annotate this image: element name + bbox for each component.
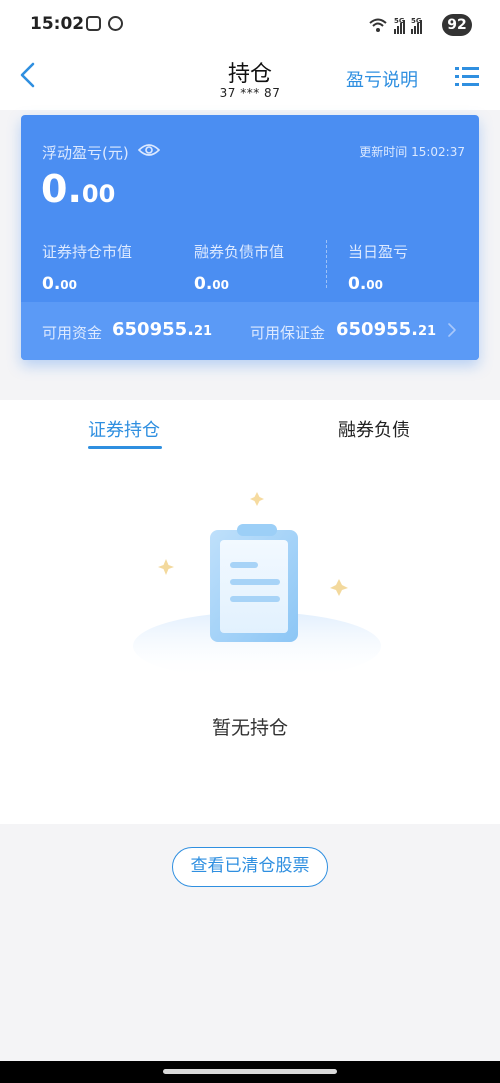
pl-explanation-link[interactable]: 盈亏说明 bbox=[346, 66, 418, 92]
list-menu-icon[interactable] bbox=[454, 64, 480, 88]
battery-indicator: 92 bbox=[442, 14, 472, 36]
home-indicator[interactable] bbox=[163, 1069, 337, 1074]
signal-5g-2-icon: 5G bbox=[411, 17, 422, 34]
available-funds-main: 650955. bbox=[112, 319, 194, 340]
eye-icon[interactable] bbox=[137, 141, 161, 159]
metric-divider bbox=[326, 240, 327, 288]
floating-pl-main: 0. bbox=[41, 167, 82, 211]
funds-row[interactable]: 可用资金 650955.21 可用保证金 650955.21 bbox=[21, 302, 479, 360]
metric-value: 0.00 bbox=[348, 274, 408, 294]
empty-clipboard-illustration bbox=[130, 488, 384, 680]
page-title: 持仓 bbox=[227, 62, 272, 87]
network-label-2: 5G bbox=[411, 17, 422, 25]
metric-value-main: 0. bbox=[42, 274, 61, 294]
screenshot-icon bbox=[86, 16, 101, 31]
available-funds-decimal: 21 bbox=[193, 324, 213, 339]
tab-securities-holdings[interactable]: 证券持仓 bbox=[88, 416, 160, 442]
metric-label: 融券负债市值 bbox=[194, 243, 285, 261]
pl-summary-card: 浮动盈亏(元) 更新时间 15:02:37 0.00 证券持仓市值 0.00 融… bbox=[21, 115, 479, 360]
metric-securities-value: 证券持仓市值 0.00 bbox=[42, 241, 132, 294]
metric-value-main: 0. bbox=[194, 274, 213, 294]
sync-icon bbox=[108, 16, 123, 31]
floating-pl-value: 0.00 bbox=[41, 167, 115, 211]
floating-pl-label: 浮动盈亏(元) bbox=[42, 144, 129, 162]
available-funds-label: 可用资金 bbox=[42, 324, 103, 342]
metric-value-decimal: 00 bbox=[212, 278, 229, 292]
status-time: 15:02 bbox=[30, 14, 85, 34]
metric-value-decimal: 00 bbox=[366, 278, 383, 292]
tab-short-liabilities[interactable]: 融券负债 bbox=[338, 416, 410, 442]
active-tab-indicator bbox=[88, 446, 162, 449]
metric-value: 0.00 bbox=[42, 274, 132, 294]
empty-state-text: 暂无持仓 bbox=[211, 717, 288, 739]
view-cleared-stocks-button[interactable]: 查看已清仓股票 bbox=[172, 847, 328, 887]
available-margin-decimal: 21 bbox=[417, 324, 437, 339]
signal-5g-1-icon: 5G bbox=[394, 17, 405, 34]
chevron-right-icon[interactable] bbox=[447, 322, 457, 338]
metric-label: 证券持仓市值 bbox=[42, 243, 133, 261]
available-funds-value: 650955.21 bbox=[112, 319, 212, 340]
metric-daily-pl: 当日盈亏 0.00 bbox=[348, 241, 408, 294]
metric-value: 0.00 bbox=[194, 274, 284, 294]
available-margin-label: 可用保证金 bbox=[250, 324, 326, 342]
floating-pl-decimal: 00 bbox=[81, 180, 116, 208]
metric-label: 当日盈亏 bbox=[348, 243, 409, 261]
wifi-icon bbox=[368, 16, 388, 34]
system-nav-bar bbox=[0, 1061, 500, 1083]
app-header: 持仓 37 *** 87 盈亏说明 bbox=[0, 50, 500, 110]
holdings-page: 15:02 5G 5G 92 持仓 37 *** 87 盈亏说明 浮动盈亏(元)… bbox=[0, 0, 500, 1083]
metric-value-main: 0. bbox=[348, 274, 367, 294]
signal-group: 5G 5G bbox=[368, 14, 422, 34]
available-margin-value: 650955.21 bbox=[336, 319, 436, 340]
status-bar: 15:02 5G 5G 92 bbox=[0, 0, 500, 50]
update-time: 更新时间 15:02:37 bbox=[359, 145, 465, 159]
account-number: 37 *** 87 bbox=[219, 86, 281, 100]
network-label-1: 5G bbox=[394, 17, 405, 25]
metric-value-decimal: 00 bbox=[60, 278, 77, 292]
metric-short-liability: 融券负债市值 0.00 bbox=[194, 241, 284, 294]
available-margin-main: 650955. bbox=[336, 319, 418, 340]
